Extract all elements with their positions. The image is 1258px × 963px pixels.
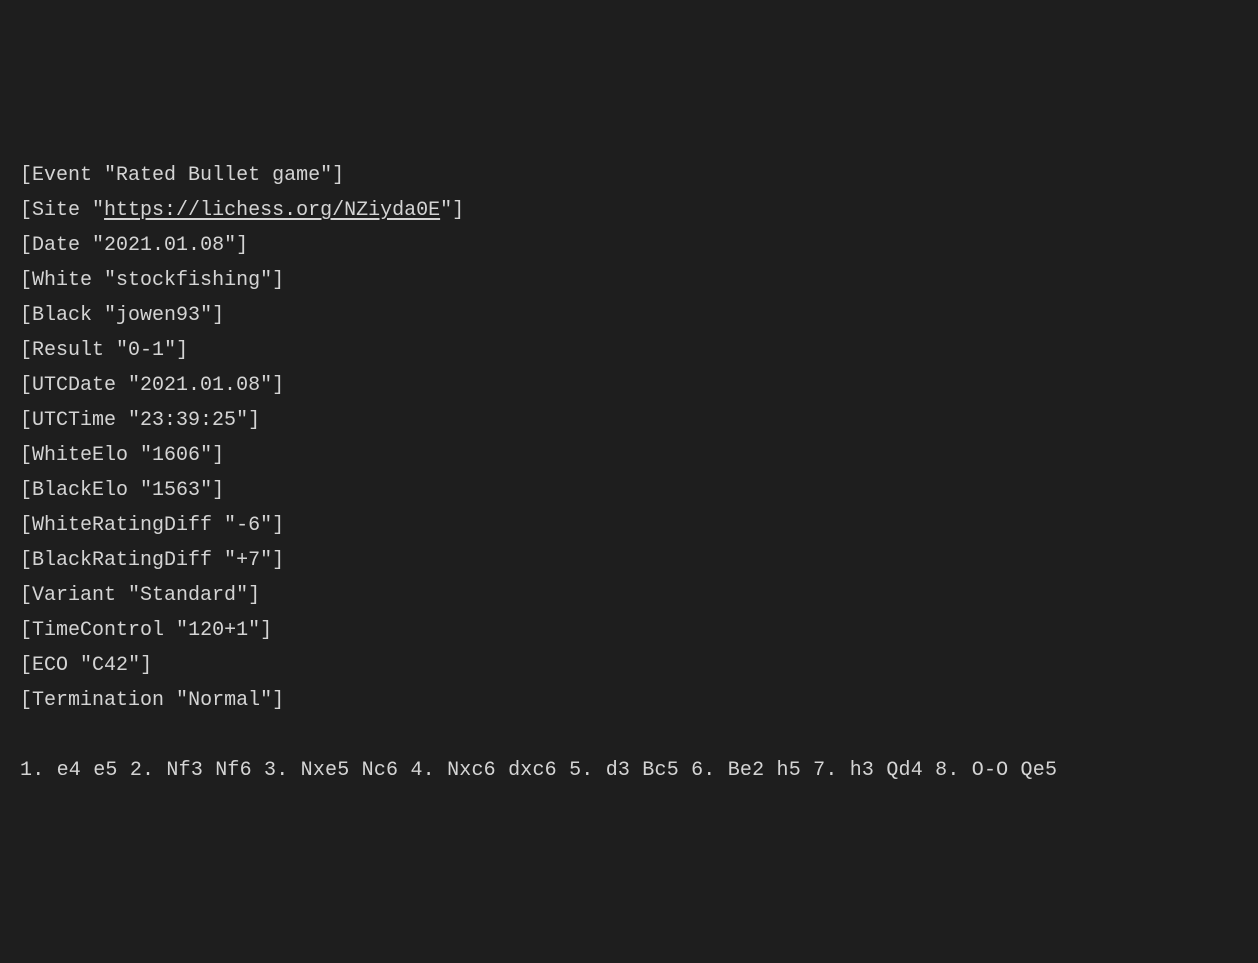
pgn-header-blackratingdiff: [BlackRatingDiff "+7"] <box>20 543 1238 578</box>
pgn-header-key: BlackRatingDiff <box>32 549 212 572</box>
pgn-site-link[interactable]: https://lichess.org/NZiyda0E <box>104 199 440 222</box>
pgn-header-value: stockfishing <box>116 269 260 292</box>
pgn-header-value: 1606 <box>152 444 200 467</box>
pgn-header-event: [Event "Rated Bullet game"] <box>20 158 1238 193</box>
pgn-header-key: Event <box>32 164 92 187</box>
pgn-header-site: [Site "https://lichess.org/NZiyda0E"] <box>20 193 1238 228</box>
pgn-header-utctime: [UTCTime "23:39:25"] <box>20 403 1238 438</box>
pgn-header-value: Standard <box>140 584 236 607</box>
pgn-header-key: Termination <box>32 689 164 712</box>
pgn-header-key: TimeControl <box>32 619 164 642</box>
pgn-header-key: UTCTime <box>32 409 116 432</box>
pgn-moves: 1. e4 e5 2. Nf3 Nf6 3. Nxe5 Nc6 4. Nxc6 … <box>20 753 1238 788</box>
pgn-header-key: Result <box>32 339 104 362</box>
pgn-header-black: [Black "jowen93"] <box>20 298 1238 333</box>
pgn-header-value: C42 <box>92 654 128 677</box>
pgn-header-utcdate: [UTCDate "2021.01.08"] <box>20 368 1238 403</box>
pgn-header-key: White <box>32 269 92 292</box>
pgn-header-termination: [Termination "Normal"] <box>20 683 1238 718</box>
pgn-header-value: 2021.01.08 <box>104 234 224 257</box>
pgn-header-value: -6 <box>236 514 260 537</box>
pgn-header-value: 2021.01.08 <box>140 374 260 397</box>
pgn-header-value: +7 <box>236 549 260 572</box>
pgn-header-variant: [Variant "Standard"] <box>20 578 1238 613</box>
pgn-header-key: Variant <box>32 584 116 607</box>
pgn-header-value: Normal <box>188 689 260 712</box>
pgn-header-key: WhiteRatingDiff <box>32 514 212 537</box>
pgn-header-key: UTCDate <box>32 374 116 397</box>
pgn-header-whiteelo: [WhiteElo "1606"] <box>20 438 1238 473</box>
pgn-header-result: [Result "0-1"] <box>20 333 1238 368</box>
pgn-header-key: BlackElo <box>32 479 128 502</box>
pgn-header-key: WhiteElo <box>32 444 128 467</box>
pgn-header-value: jowen93 <box>116 304 200 327</box>
pgn-text-block: [Event "Rated Bullet game"][Site "https:… <box>20 158 1238 788</box>
pgn-header-white: [White "stockfishing"] <box>20 263 1238 298</box>
pgn-header-key: ECO <box>32 654 68 677</box>
pgn-header-key: Date <box>32 234 80 257</box>
pgn-header-whiteratingdiff: [WhiteRatingDiff "-6"] <box>20 508 1238 543</box>
pgn-header-date: [Date "2021.01.08"] <box>20 228 1238 263</box>
pgn-header-value: 120+1 <box>188 619 248 642</box>
pgn-header-value: Rated Bullet game <box>116 164 320 187</box>
pgn-header-value: 0-1 <box>128 339 164 362</box>
pgn-header-blackelo: [BlackElo "1563"] <box>20 473 1238 508</box>
pgn-header-key: Site <box>32 199 80 222</box>
pgn-header-value: 1563 <box>152 479 200 502</box>
pgn-header-value: 23:39:25 <box>140 409 236 432</box>
pgn-header-timecontrol: [TimeControl "120+1"] <box>20 613 1238 648</box>
pgn-header-key: Black <box>32 304 92 327</box>
